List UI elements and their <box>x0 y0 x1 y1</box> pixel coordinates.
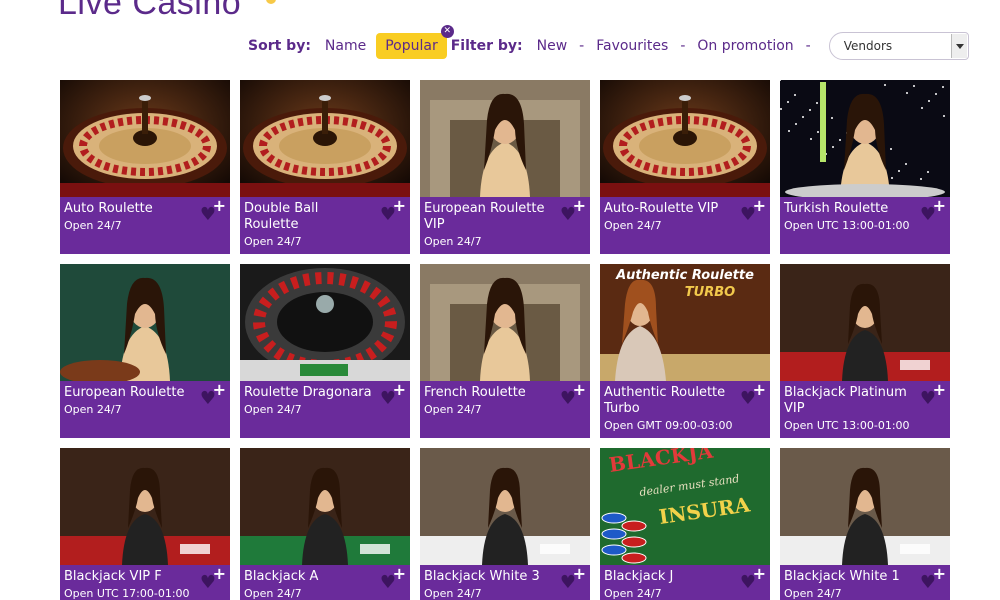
game-card[interactable]: Turkish Roulette Open UTC 13:00-01:00 ♥ + <box>780 80 950 254</box>
plus-icon[interactable]: + <box>933 566 946 582</box>
vendors-select-value: Vendors <box>843 39 893 53</box>
game-thumbnail[interactable] <box>420 80 590 197</box>
plus-icon[interactable]: + <box>393 198 406 214</box>
sort-filter-bar: Sort by: Name Popular ✕ Filter by: New -… <box>248 25 969 60</box>
game-thumbnail[interactable] <box>240 448 410 565</box>
game-card[interactable]: European Roulette VIP Open 24/7 ♥ + <box>420 80 590 254</box>
game-thumbnail[interactable] <box>780 80 950 197</box>
game-card[interactable]: Auto-Roulette VIP Open 24/7 ♥ + <box>600 80 770 254</box>
filter-on-promotion-option[interactable]: On promotion <box>697 38 793 54</box>
filter-new-option[interactable]: New <box>537 38 568 54</box>
separator: - <box>579 38 585 54</box>
game-card[interactable]: French Roulette Open 24/7 ♥ + <box>420 264 590 438</box>
svg-text:Authentic Roulette: Authentic Roulette <box>615 268 754 283</box>
game-info-bar: Blackjack J Open 24/7 ♥ + <box>600 565 770 600</box>
plus-icon[interactable]: + <box>753 566 766 582</box>
plus-icon[interactable]: + <box>213 198 226 214</box>
sort-label: Sort by: <box>248 38 311 54</box>
game-info-bar: Auto Roulette Open 24/7 ♥ + <box>60 197 230 254</box>
game-thumbnail[interactable]: Authentic Roulette TURBO <box>600 264 770 381</box>
game-hours: Open GMT 09:00-03:00 <box>604 419 733 432</box>
plus-icon[interactable]: + <box>573 198 586 214</box>
game-card[interactable]: Auto Roulette Open 24/7 ♥ + <box>60 80 230 254</box>
title-decoration <box>266 0 276 4</box>
game-thumbnail[interactable] <box>240 80 410 197</box>
chevron-down-icon[interactable] <box>950 34 967 58</box>
game-info-bar: Blackjack White 1 Open 24/7 ♥ + <box>780 565 950 600</box>
vendors-select[interactable]: Vendors <box>828 32 969 60</box>
game-card[interactable]: Blackjack VIP F Open UTC 17:00-01:00 ♥ + <box>60 448 230 600</box>
game-thumbnail[interactable] <box>420 264 590 381</box>
game-info-bar: French Roulette Open 24/7 ♥ + <box>420 381 590 438</box>
sort-popular-wrapper: Popular ✕ <box>376 25 454 59</box>
game-card[interactable]: Blackjack Platinum VIP Open UTC 13:00-01:… <box>780 264 950 438</box>
game-info-bar: Turkish Roulette Open UTC 13:00-01:00 ♥ + <box>780 197 950 254</box>
game-info-bar: Authentic Roulette Turbo Open GMT 09:00-0… <box>600 381 770 438</box>
plus-icon[interactable]: + <box>933 198 946 214</box>
page-title: Live Casino <box>58 0 242 22</box>
game-thumbnail[interactable] <box>600 80 770 197</box>
game-card[interactable]: BLACKJA dealer must stand INSURA Blackjack … <box>600 448 770 600</box>
game-info-bar: Blackjack White 3 Open 24/7 ♥ + <box>420 565 590 600</box>
game-info-bar: Blackjack A Open 24/7 ♥ + <box>240 565 410 600</box>
plus-icon[interactable]: + <box>753 198 766 214</box>
sort-name-option[interactable]: Name <box>325 38 366 54</box>
game-thumbnail[interactable] <box>60 264 230 381</box>
game-card[interactable]: European Roulette Open 24/7 ♥ + <box>60 264 230 438</box>
game-card[interactable]: Blackjack White 3 Open 24/7 ♥ + <box>420 448 590 600</box>
game-hours: Open 24/7 <box>424 235 482 248</box>
game-thumbnail[interactable]: BLACKJA dealer must stand INSURA <box>600 448 770 565</box>
game-card[interactable]: Blackjack A Open 24/7 ♥ + <box>240 448 410 600</box>
game-info-bar: Auto-Roulette VIP Open 24/7 ♥ + <box>600 197 770 254</box>
filter-label: Filter by: <box>450 38 523 54</box>
filter-favourites-option[interactable]: Favourites <box>596 38 668 54</box>
game-info-bar: Blackjack VIP F Open UTC 17:00-01:00 ♥ + <box>60 565 230 600</box>
clear-sort-icon[interactable]: ✕ <box>440 25 454 38</box>
game-info-bar: European Roulette VIP Open 24/7 ♥ + <box>420 197 590 254</box>
game-info-bar: European Roulette Open 24/7 ♥ + <box>60 381 230 438</box>
plus-icon[interactable]: + <box>393 566 406 582</box>
game-thumbnail[interactable] <box>420 448 590 565</box>
plus-icon[interactable]: + <box>933 382 946 398</box>
plus-icon[interactable]: + <box>213 382 226 398</box>
separator: - <box>805 38 811 54</box>
plus-icon[interactable]: + <box>573 566 586 582</box>
game-hours: Open 24/7 <box>244 235 302 248</box>
plus-icon[interactable]: + <box>753 382 766 398</box>
game-thumbnail[interactable] <box>240 264 410 381</box>
plus-icon[interactable]: + <box>573 382 586 398</box>
separator: - <box>680 38 686 54</box>
game-card[interactable]: Authentic Roulette TURBO Authentic Roulett… <box>600 264 770 438</box>
svg-text:TURBO: TURBO <box>685 285 735 300</box>
game-hours: Open UTC 13:00-01:00 <box>784 419 910 432</box>
game-card[interactable]: Roulette Dragonara Open 24/7 ♥ + <box>240 264 410 438</box>
game-thumbnail[interactable] <box>60 448 230 565</box>
game-info-bar: Roulette Dragonara Open 24/7 ♥ + <box>240 381 410 438</box>
game-thumbnail[interactable] <box>60 80 230 197</box>
sort-popular-option[interactable]: Popular <box>376 33 447 59</box>
game-card[interactable]: Double Ball Roulette Open 24/7 ♥ + <box>240 80 410 254</box>
game-card[interactable]: Blackjack White 1 Open 24/7 ♥ + <box>780 448 950 600</box>
game-info-bar: Blackjack Platinum VIP Open UTC 13:00-01:… <box>780 381 950 438</box>
game-thumbnail[interactable] <box>780 264 950 381</box>
plus-icon[interactable]: + <box>393 382 406 398</box>
plus-icon[interactable]: + <box>213 566 226 582</box>
game-thumbnail[interactable] <box>780 448 950 565</box>
game-info-bar: Double Ball Roulette Open 24/7 ♥ + <box>240 197 410 254</box>
